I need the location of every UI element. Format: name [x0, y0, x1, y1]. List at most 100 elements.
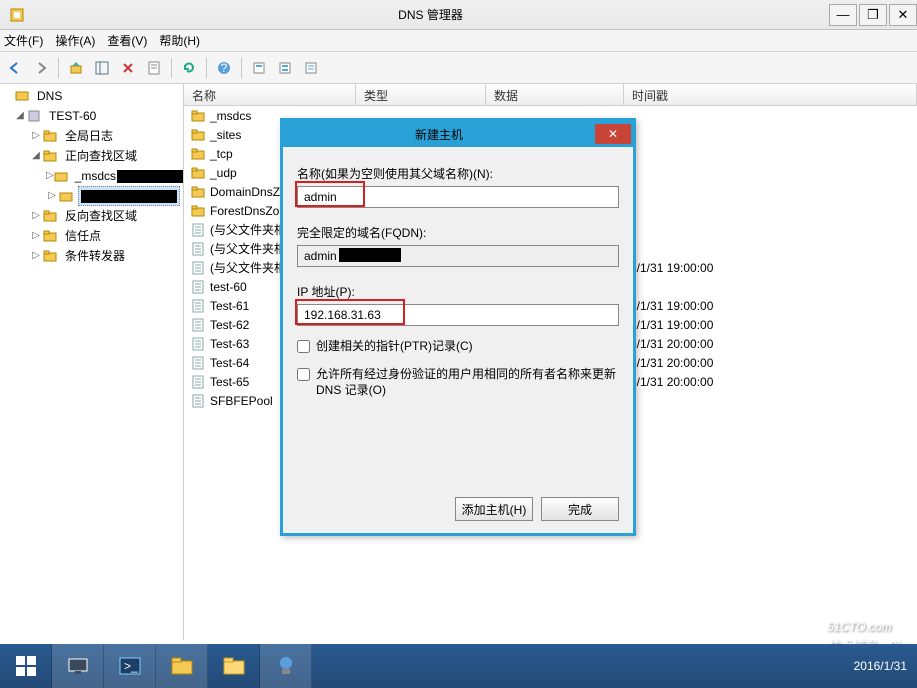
back-button[interactable]: [4, 57, 26, 79]
cell-time: 6/1/31 20:00:00: [624, 375, 917, 389]
ip-input[interactable]: [297, 304, 619, 326]
show-hide-button[interactable]: [91, 57, 113, 79]
column-type[interactable]: 类型: [356, 84, 486, 105]
folder-icon: [190, 127, 206, 143]
start-button[interactable]: [0, 644, 52, 688]
svg-text:?: ?: [221, 61, 228, 75]
ptr-label: 创建相关的指针(PTR)记录(C): [316, 338, 473, 354]
cell-time: 6/1/31 20:00:00: [624, 356, 917, 370]
up-button[interactable]: [65, 57, 87, 79]
dialog-footer: 添加主机(H) 完成: [455, 497, 619, 521]
allow-checkbox-row: 允许所有经过身份验证的用户用相同的所有者名称来更新 DNS 记录(O): [297, 366, 619, 398]
column-data[interactable]: 数据: [486, 84, 624, 105]
redacted-text: [81, 190, 177, 203]
properties-button[interactable]: [143, 57, 165, 79]
redacted-text: [117, 170, 184, 183]
column-name[interactable]: 名称: [184, 84, 356, 105]
tree-zone-selected[interactable]: ▷: [0, 186, 183, 206]
record-icon: [190, 298, 206, 314]
done-button[interactable]: 完成: [541, 497, 619, 521]
folder-icon: [190, 203, 206, 219]
toolbar: ?: [0, 52, 917, 84]
menu-file[interactable]: 文件(F): [4, 32, 43, 49]
record-icon: [190, 260, 206, 276]
folder-icon: [42, 128, 58, 144]
window-controls: — ❐ ✕: [827, 4, 917, 26]
menu-help[interactable]: 帮助(H): [159, 32, 200, 49]
window-titlebar: DNS 管理器 — ❐ ✕: [0, 0, 917, 30]
record-icon: [190, 336, 206, 352]
dialog-close-button[interactable]: ✕: [595, 124, 631, 144]
tree-server[interactable]: ◢TEST-60: [0, 106, 183, 126]
server-icon: [26, 108, 42, 124]
new-host-dialog: 新建主机 ✕ 名称(如果为空则使用其父域名称)(N): 完全限定的域名(FQDN…: [280, 118, 636, 536]
folder-icon: [190, 108, 206, 124]
name-input[interactable]: [297, 186, 619, 208]
maximize-button[interactable]: ❐: [859, 4, 887, 26]
record-icon: [190, 355, 206, 371]
allow-update-label: 允许所有经过身份验证的用户用相同的所有者名称来更新 DNS 记录(O): [316, 366, 619, 398]
record-icon: [190, 393, 206, 409]
cell-time: 6/1/31 20:00:00: [624, 337, 917, 351]
dialog-titlebar[interactable]: 新建主机 ✕: [283, 121, 633, 147]
cell-time: 6/1/31 19:00:00: [624, 261, 917, 275]
folder-icon: [190, 184, 206, 200]
tray-date: 2016/1/31: [854, 659, 907, 673]
window-title: DNS 管理器: [34, 6, 827, 23]
dialog-body: 名称(如果为空则使用其父域名称)(N): 完全限定的域名(FQDN): IP 地…: [283, 147, 633, 398]
folder-icon: [42, 228, 58, 244]
tree-reverse-zones[interactable]: ▷反向查找区域: [0, 206, 183, 226]
folder-icon: [42, 148, 58, 164]
tree-zone-msdcs[interactable]: ▷_msdcs: [0, 166, 183, 186]
record-icon: [190, 374, 206, 390]
tree-forward-zones[interactable]: ◢正向查找区域: [0, 146, 183, 166]
tree-pane: DNS ◢TEST-60 ▷全局日志 ◢正向查找区域 ▷_msdcs ▷ ▷反向…: [0, 84, 184, 640]
delete-button[interactable]: [117, 57, 139, 79]
record-icon: [190, 241, 206, 257]
menu-bar: 文件(F) 操作(A) 查看(V) 帮助(H): [0, 30, 917, 52]
list-header: 名称 类型 数据 时间戳: [184, 84, 917, 106]
app-icon: [6, 4, 28, 26]
allow-update-checkbox[interactable]: [297, 368, 310, 381]
refresh-button[interactable]: [178, 57, 200, 79]
folder-icon: [190, 165, 206, 181]
redacted-text: [339, 248, 401, 262]
tree-global-log[interactable]: ▷全局日志: [0, 126, 183, 146]
add-host-button[interactable]: 添加主机(H): [455, 497, 533, 521]
filter-3-button[interactable]: [300, 57, 322, 79]
taskbar-explorer[interactable]: [156, 644, 208, 688]
zone-icon: [54, 168, 68, 184]
record-icon: [190, 317, 206, 333]
dialog-title: 新建主机: [283, 126, 595, 143]
taskbar-folder[interactable]: [208, 644, 260, 688]
menu-view[interactable]: 查看(V): [107, 32, 147, 49]
folder-icon: [42, 248, 58, 264]
taskbar: >_ 2016/1/31: [0, 644, 917, 688]
system-tray[interactable]: 2016/1/31: [854, 659, 917, 673]
record-icon: [190, 222, 206, 238]
taskbar-powershell[interactable]: >_: [104, 644, 156, 688]
tree-root[interactable]: DNS: [0, 86, 183, 106]
close-button[interactable]: ✕: [889, 4, 917, 26]
tree-conditional-forwarders[interactable]: ▷条件转发器: [0, 246, 183, 266]
forward-button[interactable]: [30, 57, 52, 79]
tree-trust-points[interactable]: ▷信任点: [0, 226, 183, 246]
minimize-button[interactable]: —: [829, 4, 857, 26]
filter-1-button[interactable]: [248, 57, 270, 79]
menu-action[interactable]: 操作(A): [55, 32, 95, 49]
ptr-checkbox-row: 创建相关的指针(PTR)记录(C): [297, 338, 619, 354]
cell-time: 6/1/31 19:00:00: [624, 318, 917, 332]
ip-label: IP 地址(P):: [297, 283, 619, 300]
folder-icon: [190, 146, 206, 162]
svg-text:>_: >_: [124, 659, 138, 673]
taskbar-dns[interactable]: [260, 644, 312, 688]
column-time[interactable]: 时间戳: [624, 84, 917, 105]
taskbar-server-manager[interactable]: [52, 644, 104, 688]
dns-icon: [14, 88, 30, 104]
record-icon: [190, 279, 206, 295]
ptr-checkbox[interactable]: [297, 340, 310, 353]
filter-2-button[interactable]: [274, 57, 296, 79]
folder-icon: [42, 208, 58, 224]
cell-time: 6/1/31 19:00:00: [624, 299, 917, 313]
help-button[interactable]: ?: [213, 57, 235, 79]
